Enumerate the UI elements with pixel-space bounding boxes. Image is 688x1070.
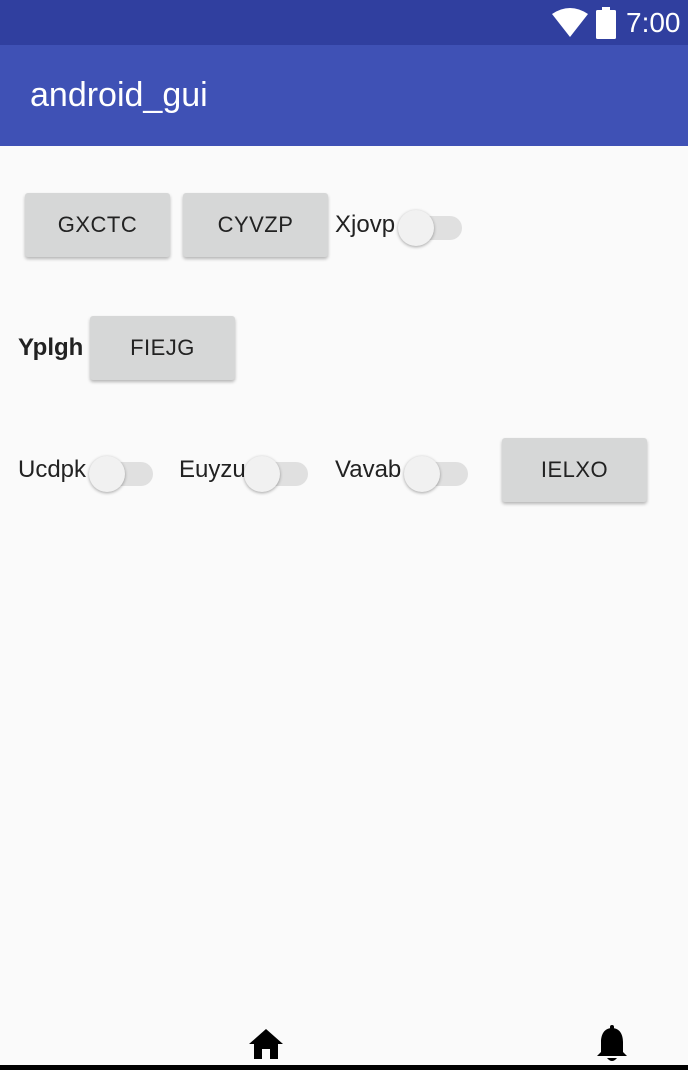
switch-thumb <box>244 456 280 492</box>
yplgh-label: Yplgh <box>18 334 84 361</box>
ucdpk-switch[interactable] <box>89 450 155 492</box>
switch-thumb <box>89 456 125 492</box>
ucdpk-switch-label: Ucdpk <box>18 456 87 483</box>
status-time: 7:00 <box>626 7 681 38</box>
app-bar: android_gui <box>0 45 688 146</box>
vavab-switch-label: Vavab <box>335 456 402 483</box>
euyzu-switch[interactable] <box>244 450 310 492</box>
status-bar: 7:00 <box>0 0 688 45</box>
xjovp-switch-label: Xjovp <box>335 211 396 238</box>
battery-icon <box>596 7 616 39</box>
switch-thumb <box>404 456 440 492</box>
fiejg-button[interactable]: FIEJG <box>90 316 235 380</box>
switch-thumb <box>398 210 434 246</box>
navigation-bar <box>0 1065 688 1070</box>
home-icon[interactable] <box>248 1028 284 1060</box>
ielxo-button[interactable]: IELXO <box>502 438 647 502</box>
euyzu-switch-label: Euyzu <box>179 456 246 483</box>
gxctc-button[interactable]: GXCTC <box>25 193 170 257</box>
cyvzp-button[interactable]: CYVZP <box>183 193 328 257</box>
vavab-switch[interactable] <box>404 450 470 492</box>
bell-icon[interactable] <box>596 1025 628 1063</box>
xjovp-switch[interactable] <box>398 204 464 246</box>
wifi-icon <box>552 8 588 37</box>
app-title: android_gui <box>30 76 208 114</box>
